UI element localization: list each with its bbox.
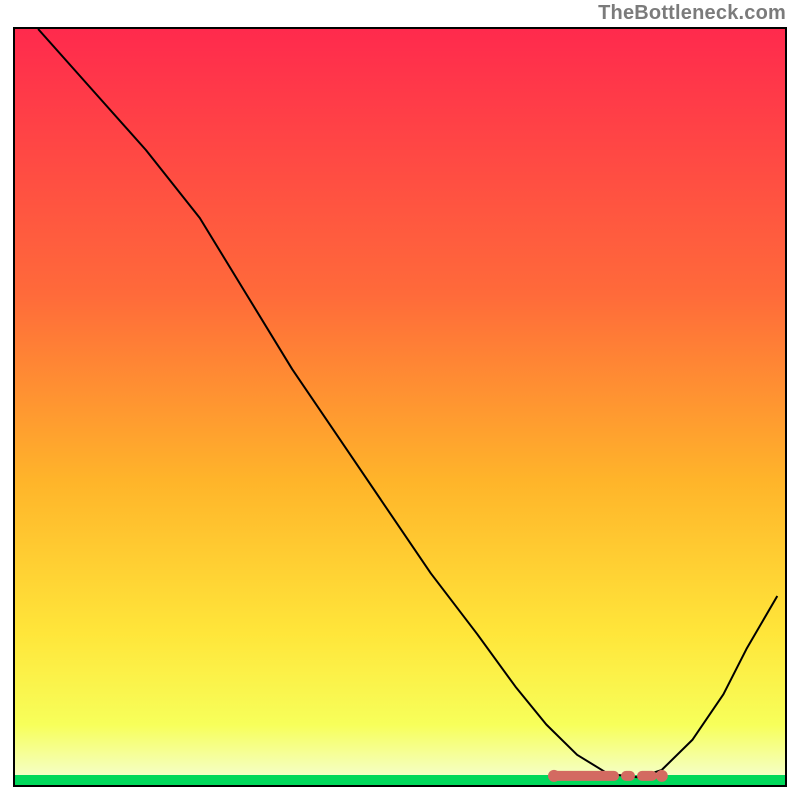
chart-container: TheBottleneck.com [0,0,800,800]
baseline-band [15,775,785,785]
marker-layer [15,29,785,785]
plot-frame [13,27,787,787]
attribution-label: TheBottleneck.com [598,2,786,25]
data-curve [15,29,785,785]
background-gradient [15,29,785,785]
